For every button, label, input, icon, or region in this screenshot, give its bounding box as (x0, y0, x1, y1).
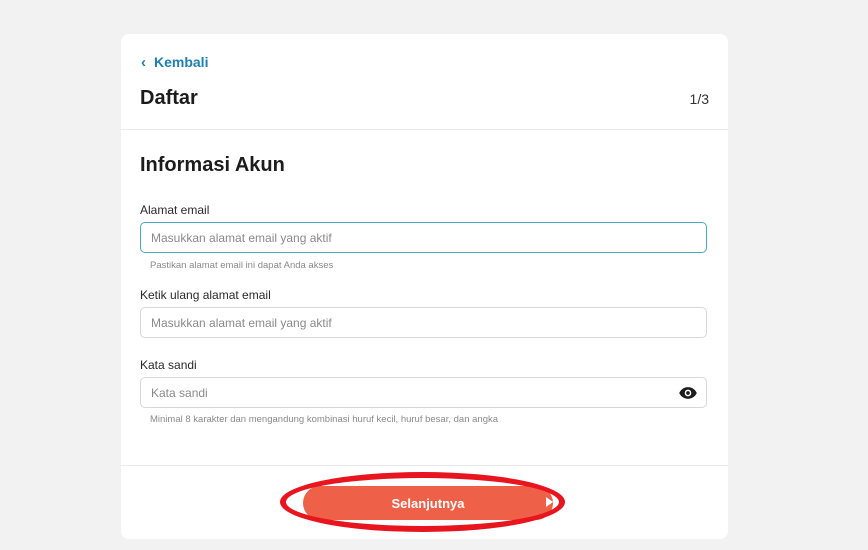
eye-icon[interactable] (678, 383, 698, 403)
password-hint: Minimal 8 karakter dan mengandung kombin… (150, 414, 499, 425)
step-indicator: 1/3 (689, 91, 709, 107)
chevron-left-icon: ‹ (141, 53, 146, 71)
back-label: Kembali (154, 54, 209, 70)
next-button[interactable]: Selanjutnya (303, 486, 553, 520)
back-link[interactable]: ‹ Kembali (141, 54, 208, 70)
password-label: Kata sandi (140, 358, 197, 372)
arrow-right-icon (546, 497, 553, 507)
footer-divider (121, 465, 728, 466)
page-title: Daftar (140, 87, 198, 109)
email-hint: Pastikan alamat email ini dapat Anda aks… (150, 260, 334, 271)
email-confirm-label: Ketik ulang alamat email (140, 288, 271, 302)
arrow-left-icon (295, 497, 302, 507)
email-label: Alamat email (140, 203, 210, 217)
registration-card: ‹ Kembali Daftar 1/3 Informasi Akun Alam… (121, 34, 728, 539)
password-input[interactable] (140, 377, 707, 408)
section-title: Informasi Akun (140, 154, 285, 176)
header-divider (121, 129, 728, 130)
email-confirm-input[interactable] (140, 307, 707, 338)
email-input[interactable] (140, 222, 707, 253)
